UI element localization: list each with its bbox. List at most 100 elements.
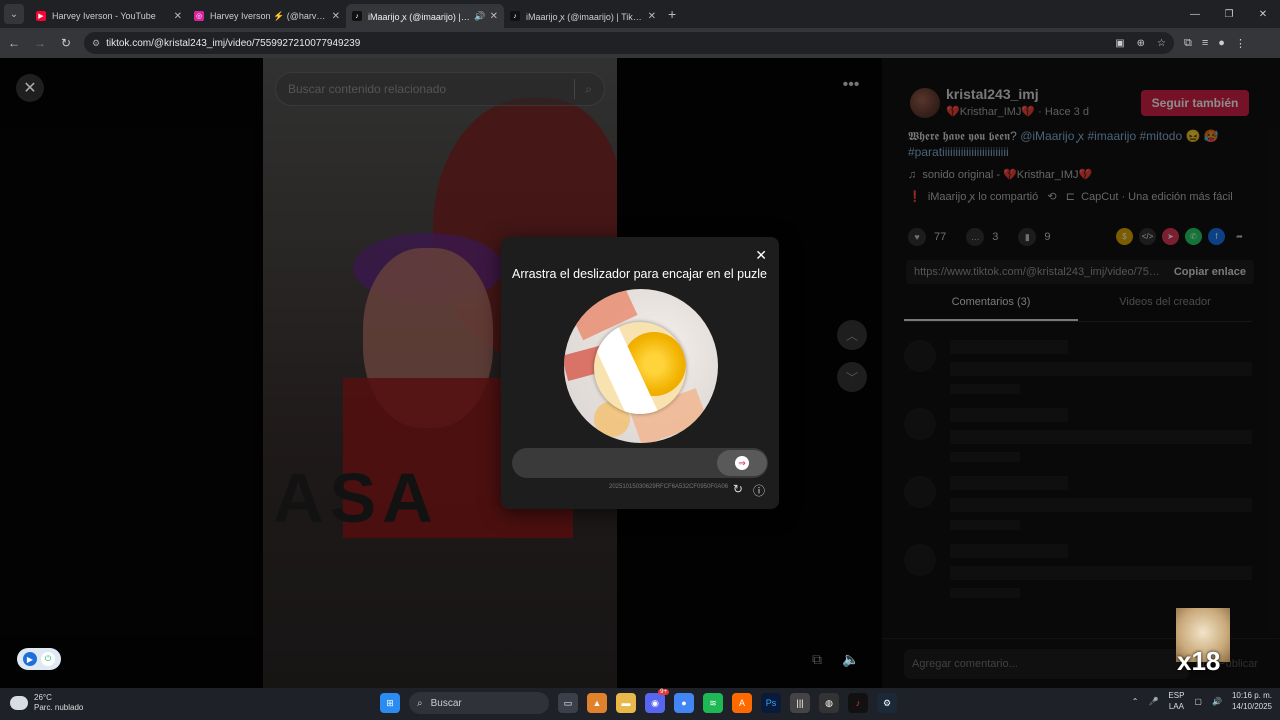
close-icon[interactable]: ✕ xyxy=(332,11,340,22)
comment-icon[interactable]: … xyxy=(966,228,985,246)
windows-taskbar: 26°C Parc. nublado ⊞ ⌕ Buscar ▭ ▲ ▬ ◉ 9+ … xyxy=(0,688,1280,720)
power-icon[interactable]: ⏻ xyxy=(41,652,55,666)
capcut-link[interactable]: CapCut · Una edición más fácil xyxy=(1081,191,1233,203)
tab-search-button[interactable]: ⌄ xyxy=(4,4,24,24)
new-tab-button[interactable]: + xyxy=(668,6,676,22)
whatsapp-icon[interactable]: ✆ xyxy=(1185,228,1202,245)
microphone-icon[interactable]: 🎤 xyxy=(1148,697,1158,706)
bookmark-star-icon[interactable]: ☆ xyxy=(1157,38,1166,49)
menu-icon[interactable]: ⋮ xyxy=(1235,37,1246,50)
chevron-up-icon[interactable]: ⌃ xyxy=(1132,697,1139,706)
extension-widget[interactable]: ▶ ⏻ xyxy=(17,648,61,670)
spotify-icon[interactable]: ≋ xyxy=(703,693,723,713)
discord-icon[interactable]: ◉ 9+ xyxy=(645,689,669,713)
puzzle-piece[interactable] xyxy=(594,322,686,414)
comments-count: 3 xyxy=(992,231,999,243)
caption-hashtags[interactable]: #imaarijo #mitodo xyxy=(1087,129,1182,143)
info-icon[interactable]: ⓘ xyxy=(753,482,765,499)
zoom-icon[interactable]: ⊕ xyxy=(1137,38,1145,49)
floating-player-icon[interactable]: ⧉ xyxy=(802,644,832,674)
tiktok-icon: ♪ xyxy=(510,11,520,21)
aimp-icon[interactable]: A xyxy=(732,693,752,713)
reload-button[interactable]: ↻ xyxy=(54,31,78,55)
related-search-input[interactable]: Buscar contenido relacionado ⌕ xyxy=(275,72,605,106)
saves-count: 9 xyxy=(1044,231,1051,243)
volume-icon[interactable]: 🔈 xyxy=(836,644,866,674)
captcha-slider-handle[interactable]: ⇒ xyxy=(717,450,767,476)
profile-icon[interactable]: ● xyxy=(1218,37,1225,50)
refresh-icon[interactable]: ↻ xyxy=(733,482,743,499)
clock[interactable]: 10:16 p. m. 14/10/2025 xyxy=(1232,690,1272,712)
photoshop-icon[interactable]: Ps xyxy=(761,693,781,713)
tab-creator-videos[interactable]: Videos del creador xyxy=(1078,296,1252,321)
tiktok-page: ASA ✕ Buscar contenido relacionado ⌕ •••… xyxy=(0,58,1280,688)
next-video-button[interactable]: ﹀ xyxy=(837,362,867,392)
tab-comments[interactable]: Comentarios (3) xyxy=(904,296,1078,321)
close-icon[interactable]: ✕ xyxy=(490,11,498,22)
tiktok-icon[interactable]: ♪ xyxy=(848,693,868,713)
language-indicator[interactable]: ESP LAA xyxy=(1168,690,1184,712)
minimize-button[interactable]: — xyxy=(1178,0,1212,28)
close-window-button[interactable]: ✕ xyxy=(1246,0,1280,28)
previous-video-button[interactable]: ︿ xyxy=(837,320,867,350)
sound-line[interactable]: ♫ sonido original - 💔Kristhar_IMJ💔 xyxy=(908,168,1092,181)
url-text[interactable]: tiktok.com/@kristal243_imj/video/7559927… xyxy=(106,38,1115,49)
send-icon[interactable]: ➤ xyxy=(1162,228,1179,245)
share-arrow-icon[interactable]: ➦ xyxy=(1231,228,1248,245)
embed-icon[interactable]: </> xyxy=(1139,228,1156,245)
cloud-icon xyxy=(10,696,28,710)
caption-mention[interactable]: @iMaarijo ꭙ xyxy=(1020,129,1084,143)
cat-label: x18 xyxy=(1177,646,1221,676)
copy-link-button[interactable]: Copiar enlace xyxy=(1174,266,1246,278)
steam-icon[interactable]: ⚙ xyxy=(877,693,897,713)
repost-icon: ❗ xyxy=(908,191,922,203)
file-explorer-icon[interactable]: ▬ xyxy=(616,693,636,713)
close-video-button[interactable]: ✕ xyxy=(16,74,44,102)
facebook-icon[interactable]: f xyxy=(1208,228,1225,245)
comment-input[interactable]: Agregar comentario... xyxy=(904,648,1190,679)
tab-tiktok[interactable]: ♪ iMaarijo ꭙ (@imaarijo) | TikTok ✕ xyxy=(504,4,662,28)
play-icon[interactable]: ▶ xyxy=(23,652,37,666)
start-icon[interactable]: ⊞ xyxy=(380,693,400,713)
volume-icon[interactable]: 🔊 xyxy=(1212,697,1222,706)
capcut-icon: ⊏ xyxy=(1065,191,1075,203)
coin-icon[interactable]: $ xyxy=(1116,228,1133,245)
github-icon[interactable]: ◍ xyxy=(819,693,839,713)
bookmark-icon[interactable]: ▮ xyxy=(1018,228,1037,246)
more-options-icon[interactable]: ••• xyxy=(836,76,866,100)
tab-instagram[interactable]: ◎ Harvey Iverson ⚡ (@harveyiverson) ✕ xyxy=(188,4,346,28)
tab-youtube[interactable]: ▶ Harvey Iverson - YouTube ✕ xyxy=(30,4,188,28)
forward-button[interactable]: → xyxy=(28,31,52,55)
task-view-icon[interactable]: ▭ xyxy=(558,693,578,713)
vlc-icon[interactable]: ▲ xyxy=(587,693,607,713)
video-link[interactable]: https://www.tiktok.com/@kristal243_imj/v… xyxy=(914,266,1166,278)
username[interactable]: kristal243_imj xyxy=(946,86,1039,102)
back-button[interactable]: ← xyxy=(2,31,26,55)
temperature: 26°C xyxy=(34,693,52,702)
network-icon[interactable]: ▢ xyxy=(1194,697,1202,706)
caption-hashtag-parati[interactable]: #paratiiiiiiiiiiiiiiiiiiiiiiiii xyxy=(908,145,1009,159)
browser-toolbar: ← → ↻ ⚙ tiktok.com/@kristal243_imj/video… xyxy=(0,28,1280,58)
detail-tabs: Comentarios (3) Videos del creador xyxy=(904,296,1252,322)
avatar[interactable] xyxy=(910,88,940,118)
tab-title: Harvey Iverson ⚡ (@harveyiverson) xyxy=(210,10,328,21)
close-icon[interactable]: ✕ xyxy=(174,11,182,22)
close-icon[interactable]: ✕ xyxy=(755,247,767,264)
cast-icon[interactable]: ▣ xyxy=(1115,38,1124,49)
tab-tiktok-active[interactable]: ♪ iMaarijo ꭙ (@imaarijo) | TikTok 🔊 ✕ xyxy=(346,4,504,28)
address-bar[interactable]: ⚙ tiktok.com/@kristal243_imj/video/75599… xyxy=(84,32,1174,54)
audio-icon[interactable]: ||| xyxy=(790,693,810,713)
extensions-icon[interactable]: ⧉ xyxy=(1184,37,1192,50)
weather-widget[interactable]: 26°C Parc. nublado xyxy=(10,693,83,713)
heart-icon[interactable]: ♥ xyxy=(908,228,926,246)
close-icon[interactable]: ✕ xyxy=(648,11,656,22)
media-icon[interactable]: ≡ xyxy=(1202,37,1208,50)
maximize-button[interactable]: ❐ xyxy=(1212,0,1246,28)
search-icon[interactable]: ⌕ xyxy=(585,82,592,97)
follow-button[interactable]: Seguir también xyxy=(1141,90,1249,116)
site-info-icon[interactable]: ⚙ xyxy=(92,38,100,49)
taskbar-search[interactable]: ⌕ Buscar xyxy=(409,692,549,714)
speaker-icon[interactable]: 🔊 xyxy=(474,11,485,22)
chrome-icon[interactable]: ● xyxy=(674,693,694,713)
likes-count: 77 xyxy=(934,231,947,243)
